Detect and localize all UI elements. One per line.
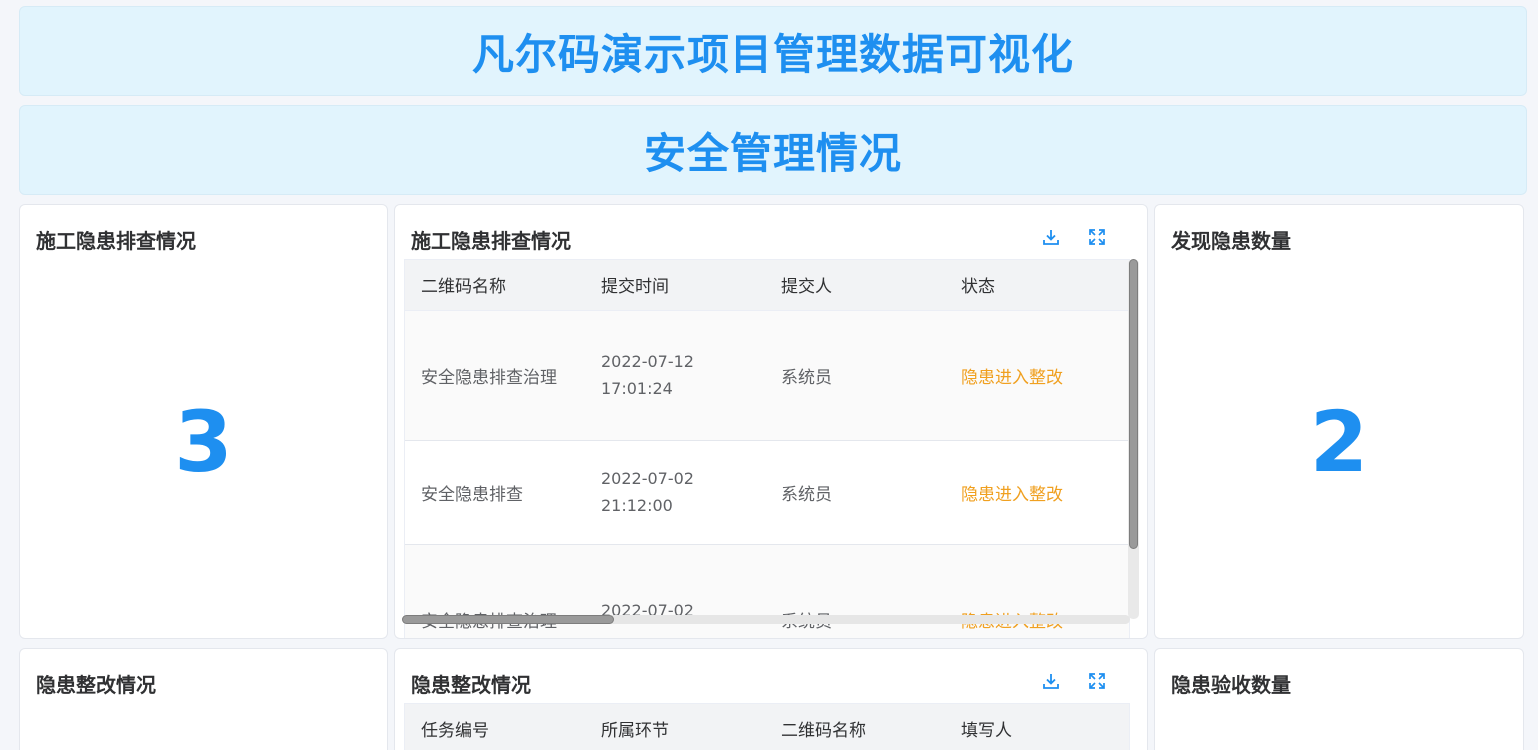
column-header[interactable]: 二维码名称 <box>765 704 945 750</box>
section-title: 安全管理情况 <box>643 128 902 178</box>
download-button[interactable] <box>1041 227 1061 247</box>
table-row[interactable]: 安全隐患排查治理 2022-07-12 17:01:24 系统员 隐患进入整改 <box>405 310 1129 441</box>
rectification-table[interactable]: 任务编号 所属环节 二维码名称 填写人 <box>404 703 1130 750</box>
horizontal-scrollbar-thumb[interactable] <box>402 615 614 624</box>
horizontal-scrollbar[interactable] <box>402 615 1130 624</box>
column-header[interactable]: 提交人 <box>765 260 945 311</box>
column-header[interactable]: 任务编号 <box>405 704 585 750</box>
card-title: 施工隐患排查情况 <box>36 229 196 253</box>
card-title: 施工隐患排查情况 <box>411 229 571 253</box>
inspection-count-value: 3 <box>174 393 233 491</box>
dashboard-title-banner: 凡尔码演示项目管理数据可视化 <box>19 6 1527 96</box>
rectification-table-card: 隐患整改情况 任务编号 所属环节 二维码名称 填写人 <box>394 648 1148 750</box>
submitter-cell: 系统员 <box>765 440 945 545</box>
card-toolbar <box>1041 227 1107 247</box>
hazard-found-value: 2 <box>1309 393 1369 491</box>
column-header[interactable]: 二维码名称 <box>405 260 585 311</box>
card-toolbar <box>1041 671 1107 691</box>
inspection-table-card: 施工隐患排查情况 二维码名称 提交时间 提交人 状态 安全隐患排查治理 2022… <box>394 204 1148 639</box>
submit-time-cell: 2022-07-12 17:01:24 <box>585 310 765 441</box>
submit-date: 2022-07-02 <box>601 469 694 488</box>
table-header-row: 任务编号 所属环节 二维码名称 填写人 <box>405 704 1129 750</box>
inspection-table[interactable]: 二维码名称 提交时间 提交人 状态 安全隐患排查治理 2022-07-12 17:… <box>404 259 1130 638</box>
status-cell: 隐患进入整改 <box>945 440 1129 545</box>
fullscreen-button[interactable] <box>1087 227 1107 247</box>
column-header[interactable]: 状态 <box>945 260 1129 311</box>
acceptance-count-card: 隐患验收数量 <box>1154 648 1524 750</box>
card-title: 隐患整改情况 <box>36 673 156 697</box>
qr-name-cell: 安全隐患排查 <box>405 440 585 545</box>
status-cell: 隐患进入整改 <box>945 310 1129 441</box>
column-header[interactable]: 所属环节 <box>585 704 765 750</box>
table-row[interactable]: 安全隐患排查 2022-07-02 21:12:00 系统员 隐患进入整改 <box>405 440 1129 545</box>
submit-time-cell: 2022-07-02 21:12:00 <box>585 440 765 545</box>
inspection-count-card: 施工隐患排查情况 3 <box>19 204 388 639</box>
vertical-scrollbar[interactable] <box>1128 259 1139 619</box>
section-title-banner: 安全管理情况 <box>19 105 1527 195</box>
download-icon <box>1043 230 1059 245</box>
submit-clock: 21:12:00 <box>601 496 673 515</box>
column-header[interactable]: 填写人 <box>945 704 1129 750</box>
rectification-count-card: 隐患整改情况 <box>19 648 388 750</box>
submitter-cell: 系统员 <box>765 310 945 441</box>
hazard-found-card: 发现隐患数量 2 <box>1154 204 1524 639</box>
dashboard-title: 凡尔码演示项目管理数据可视化 <box>471 29 1074 79</box>
fullscreen-button[interactable] <box>1087 671 1107 691</box>
download-button[interactable] <box>1041 671 1061 691</box>
qr-name-cell: 安全隐患排查治理 <box>405 310 585 441</box>
card-title: 隐患整改情况 <box>411 673 531 697</box>
column-header[interactable]: 提交时间 <box>585 260 765 311</box>
card-title: 隐患验收数量 <box>1171 673 1291 697</box>
submit-date: 2022-07-12 <box>601 352 694 371</box>
card-title: 发现隐患数量 <box>1171 229 1291 253</box>
table-header-row: 二维码名称 提交时间 提交人 状态 <box>405 260 1129 311</box>
submit-clock: 17:01:24 <box>601 379 673 398</box>
vertical-scrollbar-thumb[interactable] <box>1129 259 1138 549</box>
fullscreen-icon <box>1089 229 1105 245</box>
download-icon <box>1043 674 1059 689</box>
fullscreen-icon <box>1089 673 1105 689</box>
